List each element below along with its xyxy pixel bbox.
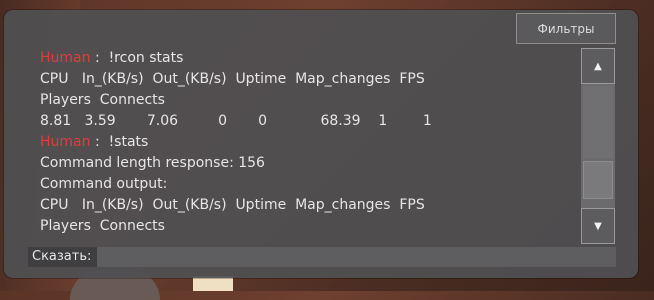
console-text: : !stats <box>90 134 149 150</box>
console-text: CPU In_(KB/s) Out_(KB/s) Uptime Map_chan… <box>40 71 425 87</box>
console-line: 8.81 3.59 7.06 0 0 68.39 1 1 <box>32 111 581 132</box>
player-name: Human <box>40 50 91 66</box>
say-input[interactable] <box>97 247 616 267</box>
console-line: Command output: <box>32 174 581 195</box>
console-line: CPU In_(KB/s) Out_(KB/s) Uptime Map_chan… <box>32 69 581 90</box>
console-line: Command length response: 156 <box>32 153 581 174</box>
arrow-up-icon: ▲ <box>594 60 602 72</box>
arrow-down-icon: ▼ <box>594 220 602 232</box>
console-text: 8.81 3.59 7.06 0 0 68.39 1 1 <box>40 113 432 129</box>
scroll-up-button[interactable]: ▲ <box>581 48 615 84</box>
console-scrollbar[interactable]: ▲ ▼ <box>581 48 615 244</box>
console-text: Players Connects <box>40 92 165 108</box>
background-block <box>193 276 233 291</box>
say-row: Сказать: <box>28 247 616 267</box>
console-line: Human : !stats <box>32 132 581 153</box>
console-text: Players Connects <box>40 218 165 234</box>
scroll-down-button[interactable]: ▼ <box>581 208 615 244</box>
console-text: Command length response: 156 <box>40 155 265 171</box>
console-line: Players Connects <box>32 216 581 237</box>
console-line: CPU In_(KB/s) Out_(KB/s) Uptime Map_chan… <box>32 195 581 216</box>
console-panel: Фильтры Human : !rcon stats CPU In_(KB/s… <box>4 10 638 278</box>
console-text: Command output: <box>40 176 168 192</box>
console-line: Human : !rcon stats <box>32 48 581 69</box>
scroll-thumb[interactable] <box>583 161 613 199</box>
scroll-track[interactable] <box>583 86 613 158</box>
console-text: CPU In_(KB/s) Out_(KB/s) Uptime Map_chan… <box>40 197 425 213</box>
say-label: Сказать: <box>32 249 92 264</box>
console-line: Players Connects <box>32 90 581 111</box>
console-output: Human : !rcon stats CPU In_(KB/s) Out_(K… <box>32 48 581 244</box>
player-name: Human <box>40 134 91 150</box>
console-text: : !rcon stats <box>90 50 184 66</box>
filters-button[interactable]: Фильтры <box>516 13 616 44</box>
